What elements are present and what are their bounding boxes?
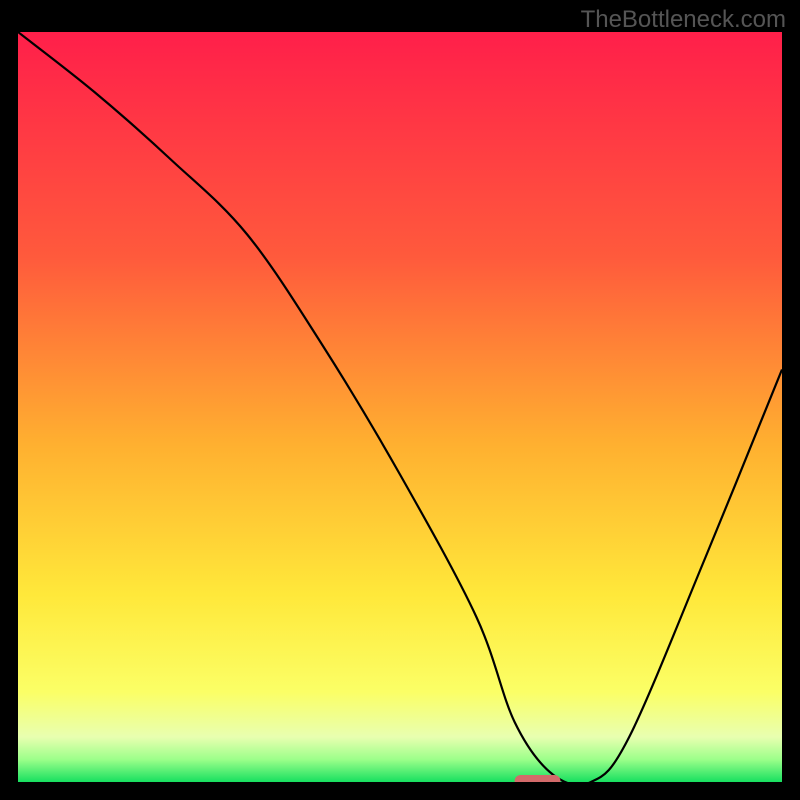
optimal-marker	[515, 775, 561, 782]
chart-svg	[18, 32, 782, 782]
watermark-text: TheBottleneck.com	[581, 6, 786, 34]
chart-container: TheBottleneck.com	[0, 0, 800, 800]
gradient-background	[18, 32, 782, 782]
plot-area	[18, 32, 782, 782]
